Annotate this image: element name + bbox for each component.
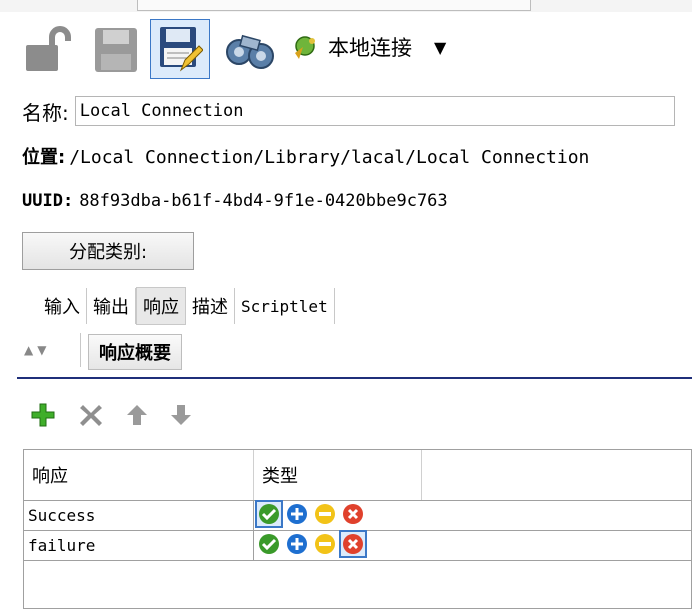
unlock-icon[interactable] [20, 22, 76, 78]
top-strip-box [137, 0, 531, 11]
success-icon[interactable] [257, 532, 281, 556]
section-divider [17, 377, 692, 379]
tab-scriptlet[interactable]: Scriptlet [235, 288, 335, 324]
save-disabled-icon[interactable] [90, 22, 142, 78]
type-icons [255, 500, 365, 528]
tab-description[interactable]: 描述 [186, 288, 235, 324]
tab-output[interactable]: 输出 [87, 288, 136, 324]
table-row[interactable]: failure [24, 530, 691, 560]
connection-icon [295, 36, 315, 59]
cell-separator [253, 531, 254, 560]
tab-bar: 输入 输出 响应 描述 Scriptlet [38, 287, 335, 325]
column-header-response[interactable]: 响应 [24, 450, 254, 500]
location-label: 位置: [22, 147, 66, 168]
warning-icon[interactable] [313, 532, 337, 556]
tab-response[interactable]: 响应 [136, 287, 186, 325]
type-icons [257, 530, 367, 558]
table-row[interactable]: Success [24, 500, 691, 530]
cell-separator [253, 501, 254, 530]
error-icon[interactable] [341, 502, 365, 526]
column-header-type[interactable]: 类型 [254, 450, 422, 500]
table-row-bottom-line [24, 560, 691, 561]
location-row: 位置: /Local Connection/Library/lacal/Loca… [22, 143, 589, 169]
info-icon[interactable] [285, 532, 309, 556]
info-icon[interactable] [285, 502, 309, 526]
subtab-scroll: ▲ ▼ [24, 343, 46, 357]
binoculars-icon[interactable] [222, 22, 278, 74]
connection-dropdown[interactable]: 本地连接 ▼ [290, 30, 446, 64]
list-toolbar [30, 402, 192, 433]
connection-label: 本地连接 [328, 36, 412, 60]
uuid-label: UUID: [22, 191, 74, 211]
warning-icon[interactable] [313, 502, 337, 526]
add-icon[interactable] [30, 402, 56, 433]
subtab-response-overview[interactable]: 响应概要 [88, 334, 182, 370]
save-edit-button[interactable] [150, 19, 210, 79]
assign-category-button[interactable]: 分配类别: [22, 232, 194, 270]
success-icon[interactable] [255, 500, 283, 528]
response-table: 响应 类型 Success failure [23, 449, 692, 609]
location-value: /Local Connection/Library/lacal/Local Co… [69, 147, 590, 168]
uuid-value: 88f93dba-b61f-4bd4-9f1e-0420bbe9c763 [79, 191, 448, 211]
move-up-icon[interactable] [126, 403, 148, 432]
move-down-icon[interactable] [170, 403, 192, 432]
uuid-row: UUID: 88f93dba-b61f-4bd4-9f1e-0420bbe9c7… [22, 191, 448, 211]
scroll-down-icon[interactable]: ▼ [37, 343, 46, 357]
tab-input[interactable]: 输入 [38, 288, 87, 324]
scroll-up-icon[interactable]: ▲ [24, 343, 33, 357]
subtab-separator [80, 333, 81, 367]
name-row: 名称: [22, 94, 675, 128]
chevron-down-icon: ▼ [434, 37, 447, 57]
save-edit-icon [160, 27, 203, 72]
response-name: failure [28, 536, 96, 555]
name-input[interactable] [74, 96, 675, 126]
error-icon[interactable] [339, 530, 367, 558]
response-name: Success [28, 506, 96, 525]
name-label: 名称: [22, 100, 69, 125]
delete-icon[interactable] [78, 402, 104, 433]
